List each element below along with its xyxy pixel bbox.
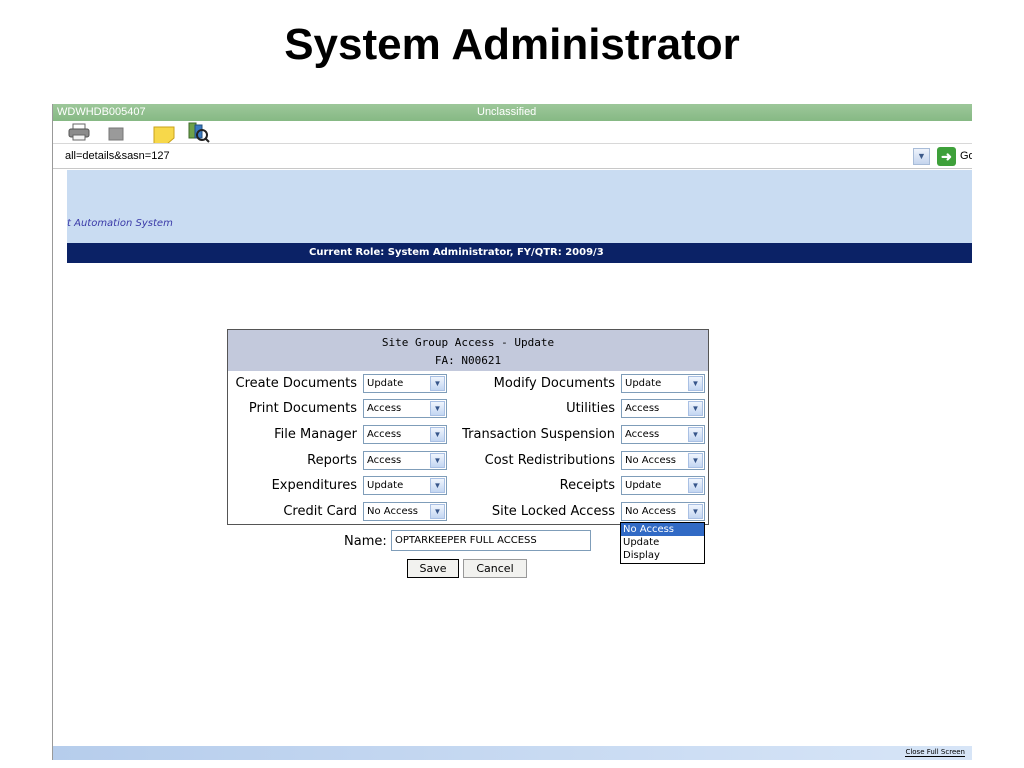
chevron-down-icon[interactable]: ▼ xyxy=(688,453,703,468)
app-banner: t Automation System xyxy=(67,170,972,243)
field-label: Receipts xyxy=(559,478,615,493)
classification-label: Unclassified xyxy=(477,106,537,118)
browser-window: WDWHDB005407 Unclassified all=details&sa… xyxy=(52,104,972,760)
field-label: File Manager xyxy=(274,427,357,442)
name-label: Name: xyxy=(344,534,387,549)
panel-title: Site Group Access - Update xyxy=(381,336,555,349)
modify-documents-select[interactable]: Update ▼ xyxy=(621,374,705,393)
chevron-down-icon[interactable]: ▼ xyxy=(913,148,930,165)
field-label: Modify Documents xyxy=(493,376,615,391)
dropdown-option[interactable]: Update xyxy=(621,536,704,549)
current-role-text: Current Role: System Administrator, FY/Q… xyxy=(309,247,604,258)
receipts-select[interactable]: Update ▼ xyxy=(621,476,705,495)
permission-row: Create Documents Update ▼ Modify Document… xyxy=(228,374,708,394)
chevron-down-icon[interactable]: ▼ xyxy=(688,478,703,493)
field-label: Site Locked Access xyxy=(491,504,615,519)
dropdown-option[interactable]: Display xyxy=(621,549,704,562)
dropdown-option[interactable]: No Access xyxy=(621,523,704,536)
address-input[interactable]: all=details&sasn=127 xyxy=(65,150,170,162)
permission-row: Expenditures Update ▼ Receipts Update ▼ xyxy=(228,476,708,496)
utilities-select[interactable]: Access ▼ xyxy=(621,399,705,418)
browser-toolbar xyxy=(53,121,972,145)
address-bar: all=details&sasn=127 ▼ ➜ Go xyxy=(53,143,972,169)
status-bar: Close Full Screen xyxy=(53,746,972,760)
permission-row: Credit Card No Access ▼ Site Locked Acces… xyxy=(228,502,708,522)
chevron-down-icon[interactable]: ▼ xyxy=(688,401,703,416)
current-role-bar: Current Role: System Administrator, FY/Q… xyxy=(67,243,972,263)
site-locked-access-dropdown: No Access Update Display xyxy=(620,522,705,564)
field-label: Utilities xyxy=(566,401,615,416)
field-label: Create Documents xyxy=(235,376,357,391)
name-input[interactable]: OPTARKEEPER FULL ACCESS xyxy=(391,530,591,551)
save-button[interactable]: Save xyxy=(407,559,459,578)
window-title-bar: WDWHDB005407 Unclassified xyxy=(53,104,972,121)
chevron-down-icon[interactable]: ▼ xyxy=(688,427,703,442)
field-label: Print Documents xyxy=(248,401,357,416)
panel-fa-number: FA: N00621 xyxy=(434,354,502,367)
site-locked-access-select[interactable]: No Access ▼ xyxy=(621,502,705,521)
app-name: t Automation System xyxy=(67,218,173,229)
close-full-screen-link[interactable]: Close Full Screen xyxy=(905,748,965,757)
field-label: Credit Card xyxy=(283,504,357,519)
site-group-access-panel: Site Group Access - Update FA: N00621 Cr… xyxy=(227,329,709,525)
permission-row: Reports Access ▼ Cost Redistributions No … xyxy=(228,451,708,471)
field-label: Expenditures xyxy=(271,478,357,493)
field-label: Transaction Suspension xyxy=(462,427,615,442)
go-arrow-icon[interactable]: ➜ xyxy=(937,147,956,166)
field-label: Reports xyxy=(307,453,357,468)
chevron-down-icon[interactable]: ▼ xyxy=(688,504,703,519)
cost-redistributions-select[interactable]: No Access ▼ xyxy=(621,451,705,470)
permission-row: Print Documents Access ▼ Utilities Access… xyxy=(228,399,708,419)
field-label: Cost Redistributions xyxy=(484,453,615,468)
panel-header: Site Group Access - Update FA: N00621 xyxy=(228,330,708,371)
window-host-name: WDWHDB005407 xyxy=(57,106,146,118)
chevron-down-icon[interactable]: ▼ xyxy=(688,376,703,391)
go-button[interactable]: Go xyxy=(960,150,972,162)
slide-title: System Administrator xyxy=(284,20,740,69)
transaction-suspension-select[interactable]: Access ▼ xyxy=(621,425,705,444)
cancel-button[interactable]: Cancel xyxy=(463,559,527,578)
permission-row: File Manager Access ▼ Transaction Suspens… xyxy=(228,425,708,445)
